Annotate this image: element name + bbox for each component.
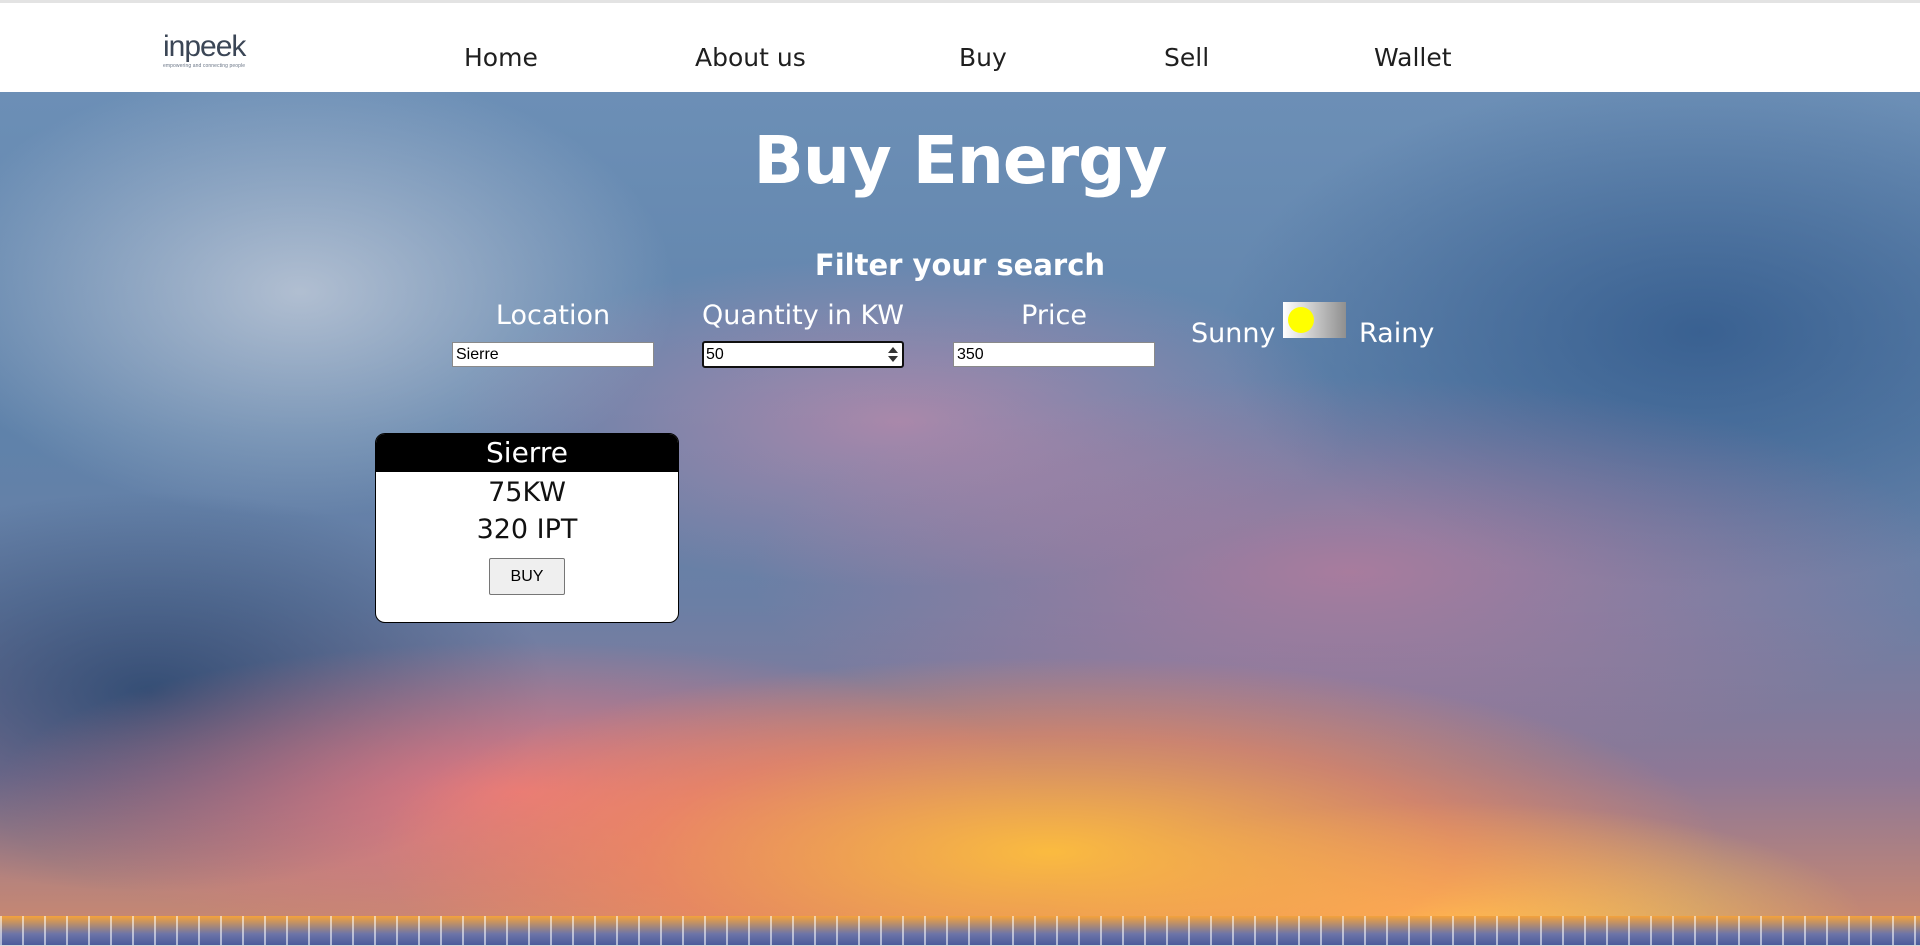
filter-title: Filter your search bbox=[814, 248, 1106, 282]
quantity-stepper[interactable] bbox=[702, 341, 904, 368]
price-label: Price bbox=[1021, 300, 1087, 331]
page: inpeek empowering and connecting people … bbox=[0, 0, 1920, 946]
quantity-spinner[interactable] bbox=[887, 346, 899, 363]
nav-home[interactable]: Home bbox=[464, 43, 538, 72]
nav-buy[interactable]: Buy bbox=[959, 43, 1007, 72]
location-label: Location bbox=[495, 300, 611, 331]
page-title: Buy Energy bbox=[753, 122, 1168, 199]
sun-icon bbox=[1288, 307, 1314, 333]
location-input[interactable] bbox=[452, 342, 654, 367]
listing-price: 320 IPT bbox=[476, 514, 578, 545]
logo-text: inpeek bbox=[163, 30, 246, 63]
site-header: inpeek empowering and connecting people … bbox=[0, 0, 1920, 92]
quantity-label: Quantity in KW bbox=[702, 300, 904, 331]
listing-location: Sierre bbox=[376, 434, 678, 472]
energy-listing-card: Sierre 75KW 320 IPT BUY bbox=[375, 433, 679, 623]
arrow-up-icon[interactable] bbox=[888, 347, 898, 353]
logo[interactable]: inpeek empowering and connecting people bbox=[163, 30, 246, 70]
solar-panels-image bbox=[0, 916, 1920, 946]
listing-quantity: 75KW bbox=[488, 477, 566, 508]
nav-sell[interactable]: Sell bbox=[1164, 43, 1209, 72]
quantity-input[interactable] bbox=[704, 343, 884, 366]
nav-about-us[interactable]: About us bbox=[695, 43, 806, 72]
rainy-label: Rainy bbox=[1359, 318, 1435, 349]
hero-section: Buy Energy Filter your search Location Q… bbox=[0, 92, 1920, 946]
nav-wallet[interactable]: Wallet bbox=[1374, 43, 1452, 72]
arrow-down-icon[interactable] bbox=[888, 356, 898, 362]
weather-toggle[interactable] bbox=[1283, 302, 1346, 338]
logo-tagline: empowering and connecting people bbox=[163, 63, 246, 69]
buy-button[interactable]: BUY bbox=[489, 558, 565, 595]
sunny-label: Sunny bbox=[1191, 318, 1276, 349]
price-input[interactable] bbox=[953, 342, 1155, 367]
